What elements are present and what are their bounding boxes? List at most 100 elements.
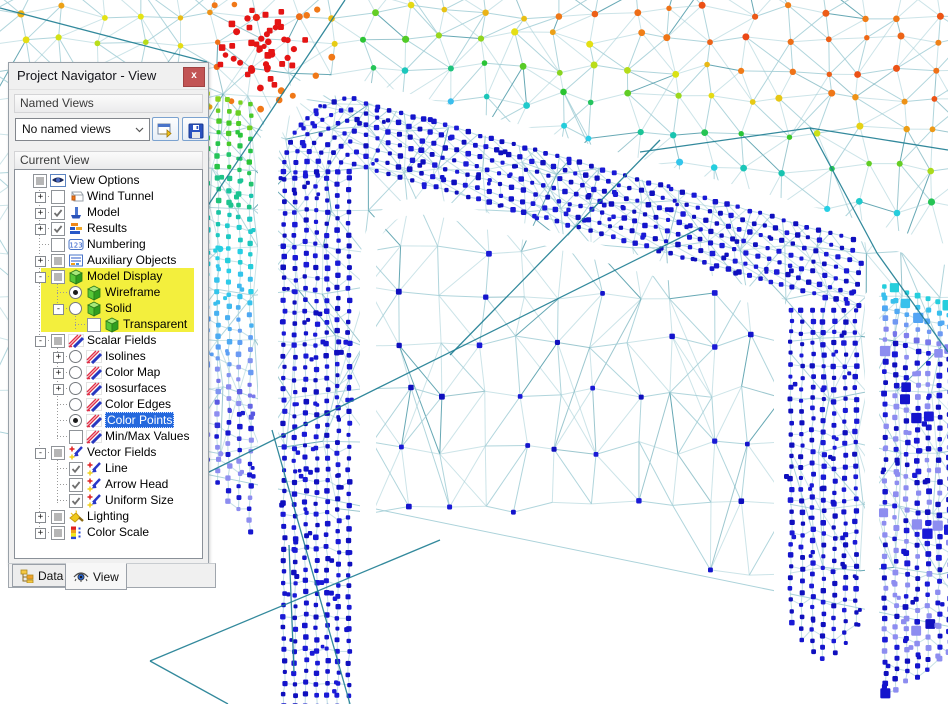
tree-item-label[interactable]: Model bbox=[87, 204, 120, 220]
radio-wireframe[interactable] bbox=[69, 286, 82, 299]
checkbox-min-max-values[interactable] bbox=[69, 430, 83, 444]
checkbox-auxiliary-objects[interactable] bbox=[51, 254, 65, 268]
tree-item-min-max-values[interactable]: Min/Max Values bbox=[15, 428, 202, 444]
tab-data[interactable]: Data bbox=[12, 564, 71, 587]
vector-icon bbox=[86, 492, 102, 508]
tree-item-auxiliary-objects[interactable]: + Auxiliary Objects bbox=[15, 252, 202, 268]
chevron-down-icon bbox=[135, 127, 144, 133]
tree-item-numbering[interactable]: 123Numbering bbox=[15, 236, 202, 252]
apply-view-button[interactable] bbox=[152, 117, 179, 141]
tree-item-label[interactable]: Scalar Fields bbox=[87, 332, 156, 348]
tree-item-arrow-head[interactable]: Arrow Head bbox=[15, 476, 202, 492]
radio-color-points[interactable] bbox=[69, 414, 82, 427]
tree-item-wind-tunnel[interactable]: + Wind Tunnel bbox=[15, 188, 202, 204]
panel-titlebar[interactable]: Project Navigator - View x bbox=[9, 63, 208, 90]
tree-item-color-points[interactable]: Color Points bbox=[15, 412, 202, 428]
auxiliary-icon bbox=[68, 252, 84, 268]
tree-item-label[interactable]: Wind Tunnel bbox=[87, 188, 154, 204]
tree-item-results[interactable]: + Results bbox=[15, 220, 202, 236]
tree-item-isosurfaces[interactable]: + Isosurfaces bbox=[15, 380, 202, 396]
tree-item-color-map[interactable]: + Color Map bbox=[15, 364, 202, 380]
checkbox-model-display[interactable] bbox=[51, 270, 65, 284]
checkbox-uniform-size[interactable] bbox=[69, 494, 83, 508]
checkbox-vector-fields[interactable] bbox=[51, 446, 65, 460]
tree-item-scalar-fields[interactable]: - Scalar Fields bbox=[15, 332, 202, 348]
collapse-icon[interactable]: - bbox=[35, 272, 46, 283]
tree-item-label[interactable]: Solid bbox=[105, 300, 132, 316]
checkbox-lighting[interactable] bbox=[51, 510, 65, 524]
expand-icon[interactable]: + bbox=[35, 512, 46, 523]
tree-item-uniform-size[interactable]: Uniform Size bbox=[15, 492, 202, 508]
tree-item-label[interactable]: Model Display bbox=[87, 268, 162, 284]
tree-item-label[interactable]: Lighting bbox=[87, 508, 129, 524]
tree-item-label[interactable]: Auxiliary Objects bbox=[87, 252, 176, 268]
checkbox-numbering[interactable] bbox=[51, 238, 65, 252]
wind-tunnel-icon bbox=[68, 188, 84, 204]
collapse-icon[interactable]: - bbox=[35, 336, 46, 347]
tree-item-label[interactable]: Color Scale bbox=[87, 524, 149, 540]
tree-item-model[interactable]: + Model bbox=[15, 204, 202, 220]
save-view-button[interactable] bbox=[182, 117, 209, 141]
tree-item-transparent[interactable]: Transparent bbox=[15, 316, 202, 332]
expand-icon[interactable]: + bbox=[35, 208, 46, 219]
tree-item-label[interactable]: Uniform Size bbox=[105, 492, 174, 508]
expand-icon[interactable]: + bbox=[35, 224, 46, 235]
radio-isolines[interactable] bbox=[69, 350, 82, 363]
checkbox-line[interactable] bbox=[69, 462, 83, 476]
scalar-icon bbox=[86, 412, 102, 428]
radio-color-map[interactable] bbox=[69, 366, 82, 379]
checkbox-mixed-fill bbox=[54, 449, 62, 457]
tab-view[interactable]: View bbox=[65, 563, 127, 590]
cube-icon bbox=[68, 268, 84, 284]
scalar-icon bbox=[86, 364, 102, 380]
tab-data-label: Data bbox=[38, 569, 63, 583]
tree-item-label[interactable]: Arrow Head bbox=[105, 476, 168, 492]
expand-icon[interactable]: + bbox=[35, 192, 46, 203]
checkmark-icon bbox=[70, 479, 82, 491]
tree-item-label[interactable]: Isolines bbox=[105, 348, 146, 364]
tree-item-color-edges[interactable]: Color Edges bbox=[15, 396, 202, 412]
tree-item-label[interactable]: Min/Max Values bbox=[105, 428, 189, 444]
tree-item-model-display[interactable]: - Model Display bbox=[15, 268, 202, 284]
radio-solid[interactable] bbox=[69, 302, 82, 315]
collapse-icon[interactable]: - bbox=[53, 304, 64, 315]
tree-item-label[interactable]: Vector Fields bbox=[87, 444, 156, 460]
tree-item-solid[interactable]: - Solid bbox=[15, 300, 202, 316]
expand-icon[interactable]: + bbox=[35, 256, 46, 267]
expand-icon[interactable]: + bbox=[53, 352, 64, 363]
tree-item-label[interactable]: Transparent bbox=[123, 316, 187, 332]
tree-item-isolines[interactable]: + Isolines bbox=[15, 348, 202, 364]
checkbox-scalar-fields[interactable] bbox=[51, 334, 65, 348]
named-views-dropdown[interactable]: No named views bbox=[15, 118, 150, 141]
checkbox-transparent[interactable] bbox=[87, 318, 101, 332]
checkbox-results[interactable] bbox=[51, 222, 65, 236]
tree-item-label[interactable]: Numbering bbox=[87, 236, 146, 252]
expand-icon[interactable]: + bbox=[35, 528, 46, 539]
tree-item-label[interactable]: Color Edges bbox=[105, 396, 171, 412]
tab-view-label: View bbox=[93, 570, 119, 584]
tree-item-label[interactable]: Color Map bbox=[105, 364, 160, 380]
radio-isosurfaces[interactable] bbox=[69, 382, 82, 395]
tree-item-label[interactable]: Results bbox=[87, 220, 127, 236]
close-button[interactable]: x bbox=[183, 67, 205, 87]
checkbox-color-scale[interactable] bbox=[51, 526, 65, 540]
checkbox-wind-tunnel[interactable] bbox=[51, 190, 65, 204]
radio-color-edges[interactable] bbox=[69, 398, 82, 411]
tree-item-view-options[interactable]: View Options bbox=[15, 172, 202, 188]
tree-item-wireframe[interactable]: Wireframe bbox=[15, 284, 202, 300]
checkbox-model[interactable] bbox=[51, 206, 65, 220]
collapse-icon[interactable]: - bbox=[35, 448, 46, 459]
tree-item-label[interactable]: View Options bbox=[69, 172, 139, 188]
tree-item-color-scale[interactable]: + Color Scale bbox=[15, 524, 202, 540]
tree-item-label[interactable]: Wireframe bbox=[105, 284, 160, 300]
tree-item-vector-fields[interactable]: - Vector Fields bbox=[15, 444, 202, 460]
tree-item-lighting[interactable]: + Lighting bbox=[15, 508, 202, 524]
expand-icon[interactable]: + bbox=[53, 384, 64, 395]
tree-item-line[interactable]: Line bbox=[15, 460, 202, 476]
tree-item-label[interactable]: Isosurfaces bbox=[105, 380, 166, 396]
checkbox-view-options[interactable] bbox=[33, 174, 47, 188]
tree-item-label[interactable]: Line bbox=[105, 460, 128, 476]
expand-icon[interactable]: + bbox=[53, 368, 64, 379]
tree-item-label[interactable]: Color Points bbox=[105, 412, 174, 428]
checkbox-arrow-head[interactable] bbox=[69, 478, 83, 492]
